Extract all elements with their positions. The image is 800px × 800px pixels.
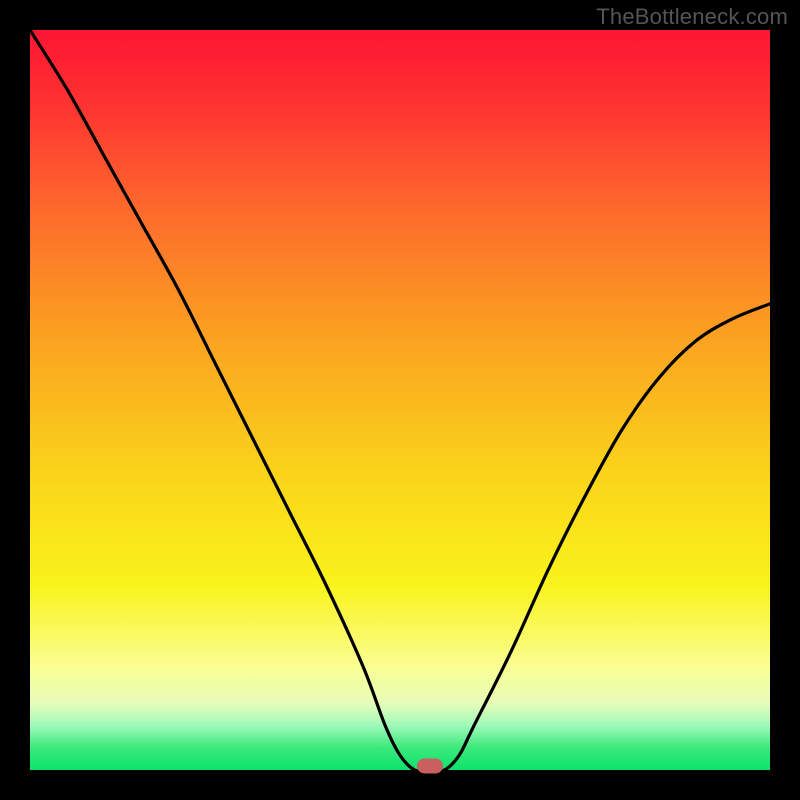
curve-svg bbox=[30, 30, 770, 770]
optimal-marker bbox=[417, 759, 443, 774]
chart-frame: TheBottleneck.com bbox=[0, 0, 800, 800]
bottleneck-curve bbox=[30, 30, 770, 770]
plot-area bbox=[30, 30, 770, 770]
watermark-text: TheBottleneck.com bbox=[596, 4, 788, 30]
